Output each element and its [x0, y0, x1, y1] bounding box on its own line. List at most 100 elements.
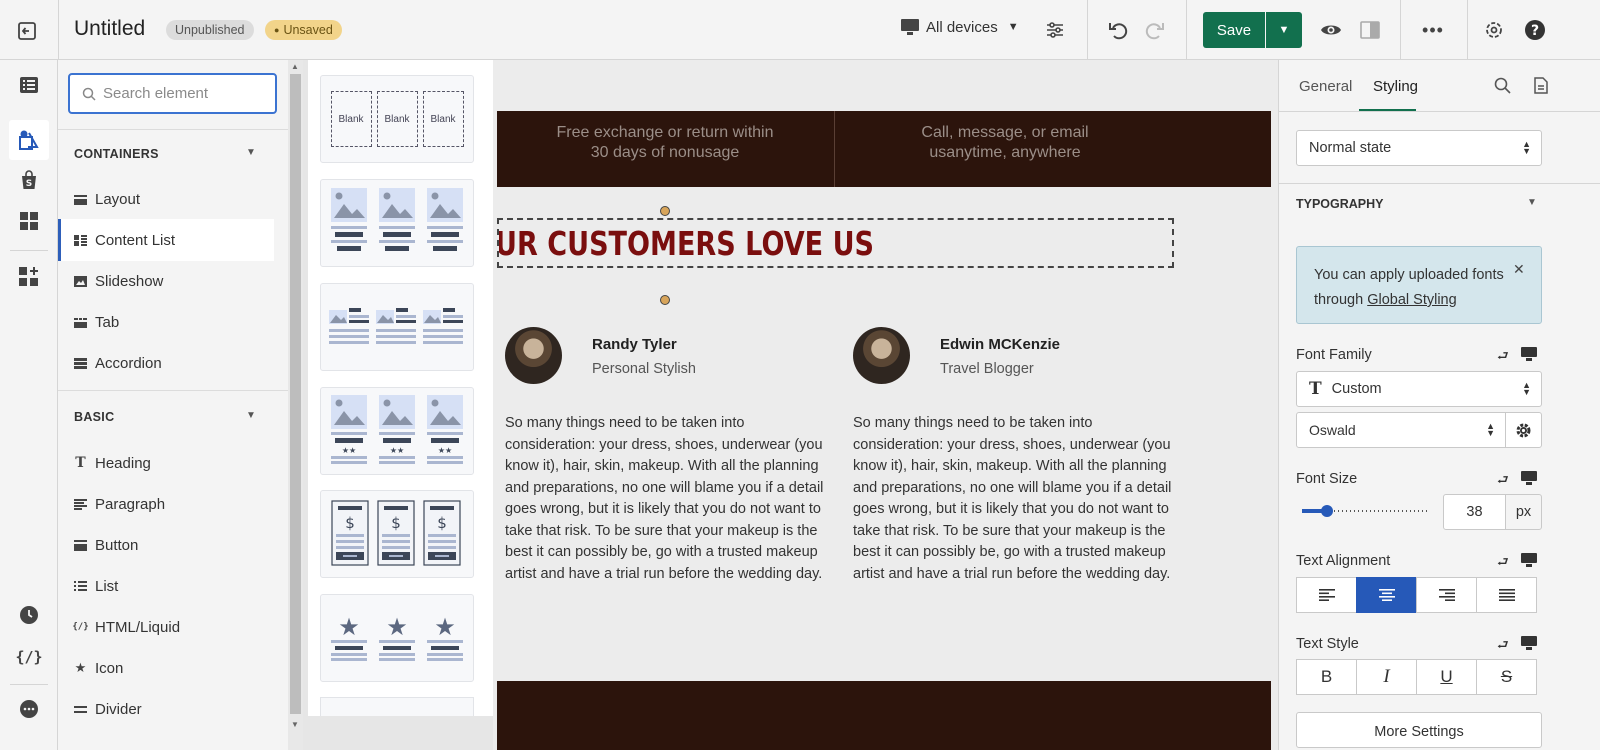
reset-icon[interactable]: ⮐: [1497, 553, 1509, 575]
tab-general[interactable]: General: [1299, 78, 1352, 95]
font-name-select[interactable]: Oswald ▲ ▼: [1296, 412, 1506, 448]
close-icon[interactable]: ✕: [1513, 261, 1525, 278]
testimonial-body[interactable]: So many things need to be taken into con…: [853, 413, 1183, 585]
template-icon-cards[interactable]: ★: [320, 594, 474, 682]
select-arrows-icon: ▲ ▼: [1522, 380, 1531, 397]
eye-icon[interactable]: [1318, 17, 1344, 43]
template-horizontal-cards[interactable]: [320, 283, 474, 371]
font-size-unit[interactable]: px: [1505, 494, 1542, 530]
reset-icon[interactable]: ⮐: [1497, 636, 1509, 658]
undo-icon[interactable]: [1105, 17, 1131, 43]
global-styling-link[interactable]: Global Styling: [1367, 292, 1456, 308]
save-options-button[interactable]: ▼: [1266, 12, 1302, 48]
italic-button[interactable]: I: [1356, 659, 1417, 695]
bold-button[interactable]: B: [1296, 659, 1357, 695]
template-blank[interactable]: Blank Blank Blank: [320, 75, 474, 163]
font-size-slider[interactable]: [1302, 505, 1428, 517]
tab-styling[interactable]: Styling: [1373, 78, 1418, 95]
testimonial-name[interactable]: Edwin MCKenzie: [940, 336, 1060, 353]
element-item-html-liquid[interactable]: {/} HTML/Liquid: [58, 606, 274, 648]
align-justify-button[interactable]: [1476, 577, 1537, 613]
paragraph-icon: [74, 498, 87, 511]
settings-icon[interactable]: [1481, 17, 1507, 43]
italic-icon: I: [1383, 666, 1390, 687]
font-settings-button[interactable]: [1505, 412, 1542, 448]
footer-band[interactable]: [497, 681, 1271, 750]
history-clock-icon[interactable]: [9, 595, 49, 635]
template-partial[interactable]: [320, 697, 474, 716]
strikethrough-button[interactable]: S: [1476, 659, 1537, 695]
font-size-input[interactable]: 38: [1443, 494, 1506, 530]
testimonial-role[interactable]: Travel Blogger: [940, 361, 1034, 377]
desktop-icon[interactable]: [1521, 347, 1537, 367]
device-selector[interactable]: All devices ▼: [900, 18, 1019, 36]
typography-heading[interactable]: TYPOGRAPHY: [1296, 197, 1384, 211]
testimonial-body[interactable]: So many things need to be taken into con…: [505, 413, 835, 585]
bold-icon: B: [1320, 667, 1333, 686]
selected-heading-element[interactable]: UR CUSTOMERS LOVE US: [497, 218, 1174, 268]
code-icon[interactable]: {/}: [9, 637, 49, 677]
search-input[interactable]: Search element: [68, 73, 277, 114]
typography-collapse-icon[interactable]: ▼: [1527, 197, 1537, 208]
element-item-paragraph[interactable]: Paragraph: [58, 483, 274, 525]
save-button[interactable]: Save: [1203, 12, 1265, 48]
align-left-button[interactable]: [1296, 577, 1357, 613]
button-icon: [74, 539, 87, 552]
template-rating-cards[interactable]: ★★: [320, 387, 474, 475]
testimonial-role[interactable]: Personal Stylish: [592, 361, 696, 377]
desktop-icon[interactable]: [1521, 471, 1537, 491]
element-item-label: Accordion: [95, 354, 162, 372]
element-item-divider[interactable]: Divider: [58, 688, 274, 730]
element-item-heading[interactable]: T Heading: [58, 442, 274, 484]
element-item-tab[interactable]: Tab: [58, 301, 274, 343]
add-section-icon[interactable]: [9, 257, 49, 297]
element-item-icon[interactable]: ★ Icon: [58, 647, 274, 689]
search-icon[interactable]: [1494, 77, 1511, 99]
page-title[interactable]: Untitled: [74, 17, 145, 41]
sliders-icon[interactable]: [1042, 17, 1068, 43]
element-item-layout[interactable]: Layout: [58, 178, 274, 220]
slider-thumb[interactable]: [1321, 505, 1334, 517]
compare-icon[interactable]: [1357, 17, 1383, 43]
state-select[interactable]: Normal state ▲ ▼: [1296, 130, 1542, 166]
reset-icon[interactable]: ⮐: [1497, 347, 1509, 369]
top-resize-handle[interactable]: [660, 206, 670, 216]
more-options-icon[interactable]: •••: [1420, 17, 1446, 43]
font-family-select[interactable]: T Custom ▲ ▼: [1296, 371, 1542, 407]
chat-icon[interactable]: [9, 689, 49, 729]
reset-icon[interactable]: ⮐: [1497, 471, 1509, 493]
element-item-content-list[interactable]: Content List: [58, 219, 274, 261]
element-item-button[interactable]: Button: [58, 524, 274, 566]
add-elements-icon[interactable]: [9, 120, 49, 160]
desktop-icon[interactable]: [1521, 553, 1537, 573]
pages-list-icon[interactable]: [9, 65, 49, 105]
exit-icon[interactable]: [14, 18, 40, 44]
align-center-button[interactable]: [1356, 577, 1417, 613]
template-pricing-cards[interactable]: $: [320, 490, 474, 578]
element-item-slideshow[interactable]: Slideshow: [58, 260, 274, 302]
divider-icon: [74, 703, 87, 716]
underline-button[interactable]: U: [1416, 659, 1477, 695]
template-image-cards[interactable]: [320, 179, 474, 267]
element-item-label: Paragraph: [95, 495, 166, 513]
help-icon[interactable]: ?: [1522, 17, 1548, 43]
testimonial-name[interactable]: Randy Tyler: [592, 336, 677, 353]
basic-collapse-icon[interactable]: ▼: [246, 410, 256, 421]
element-item-accordion[interactable]: Accordion: [58, 342, 274, 384]
redo-icon[interactable]: [1142, 17, 1168, 43]
containers-collapse-icon[interactable]: ▼: [246, 147, 256, 158]
element-item-list[interactable]: List: [58, 565, 274, 607]
scroll-down-icon[interactable]: ▼: [291, 720, 299, 729]
text-style-label: Text Style: [1296, 636, 1359, 652]
containers-heading[interactable]: CONTAINERS: [74, 147, 159, 161]
basic-heading[interactable]: BASIC: [74, 410, 114, 424]
scrollbar-thumb[interactable]: [290, 74, 301, 714]
align-right-button[interactable]: [1416, 577, 1477, 613]
bottom-resize-handle[interactable]: [660, 295, 670, 305]
shopify-bag-icon[interactable]: S: [9, 160, 49, 200]
scroll-up-icon[interactable]: ▲: [291, 62, 299, 71]
desktop-icon[interactable]: [1521, 636, 1537, 656]
more-settings-button[interactable]: More Settings: [1296, 712, 1542, 748]
document-icon[interactable]: [1534, 77, 1548, 99]
sections-grid-icon[interactable]: [9, 201, 49, 241]
